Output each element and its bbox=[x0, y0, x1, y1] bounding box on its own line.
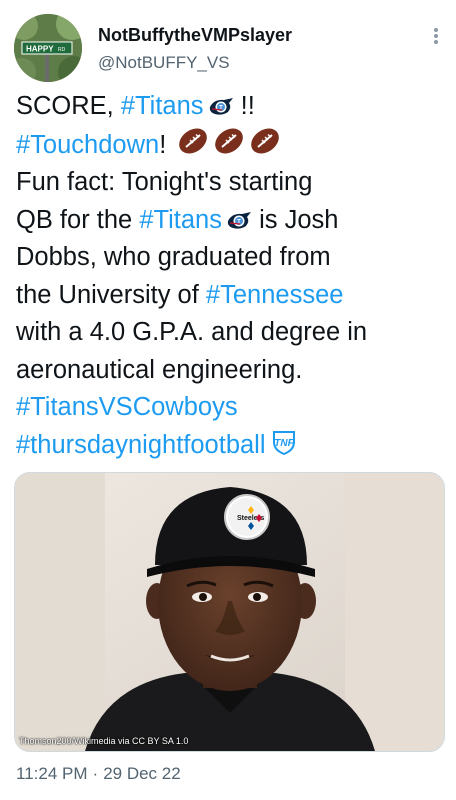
tweet-text: SCORE, #Titans T !! #Touchdown! Fun fact:… bbox=[16, 88, 444, 464]
user-handle[interactable]: @NotBUFFY_VS bbox=[98, 52, 292, 74]
hashtag-touchdown[interactable]: #Touchdown bbox=[16, 131, 159, 159]
tweet-date: 29 Dec 22 bbox=[103, 764, 181, 783]
tnf-logo-icon: TNF bbox=[270, 428, 298, 456]
user-names: NotBuffytheVMPslayer @NotBUFFY_VS bbox=[98, 24, 292, 74]
avatar-sign-text: HAPPY bbox=[26, 45, 54, 54]
display-name[interactable]: NotBuffytheVMPslayer bbox=[98, 24, 292, 46]
tweet-text-segment: with a 4.0 G.P.A. and degree in aeronaut… bbox=[16, 318, 368, 384]
timestamp-separator: · bbox=[92, 764, 99, 783]
titans-logo-icon: T bbox=[226, 211, 252, 231]
avatar-street-sign-image: HAPPY RD bbox=[14, 14, 82, 82]
tweet-media-photo[interactable]: Steelers Thomson200/Wikimedia via CC BY … bbox=[14, 472, 445, 752]
football-emoji-icon bbox=[177, 126, 281, 156]
svg-text:T: T bbox=[219, 106, 223, 112]
tweet-text-segment: !! bbox=[233, 92, 255, 120]
hashtag-tennessee[interactable]: #Tennessee bbox=[206, 281, 344, 309]
photo-credit: Thomson200/Wikimedia via CC BY SA 1.0 bbox=[19, 736, 189, 746]
player-photo: Steelers bbox=[15, 473, 444, 751]
svg-text:T: T bbox=[237, 219, 241, 225]
hashtag-titansvscowboys[interactable]: #TitansVSCowboys bbox=[16, 393, 238, 421]
tweet-time: 11:24 PM bbox=[16, 764, 88, 783]
svg-text:TNF: TNF bbox=[274, 438, 294, 449]
hashtag-titans[interactable]: #Titans bbox=[121, 92, 204, 120]
tweet-text-segment: ! bbox=[159, 130, 174, 159]
tweet-timestamp[interactable]: 11:24 PM · 29 Dec 22 bbox=[16, 762, 181, 786]
tweet-text-segment: SCORE, bbox=[16, 92, 121, 120]
hashtag-titans-2[interactable]: #Titans bbox=[139, 206, 222, 234]
tweet-header: HAPPY RD NotBuffytheVMPslayer @NotBUFFY_… bbox=[14, 12, 444, 82]
avatar-sign-suffix: RD bbox=[58, 47, 66, 53]
avatar[interactable]: HAPPY RD bbox=[14, 14, 82, 82]
titans-logo-icon: T bbox=[208, 97, 234, 117]
more-dots-icon[interactable] bbox=[432, 26, 440, 50]
hashtag-thursdaynightfootball[interactable]: #thursdaynightfootball bbox=[16, 431, 266, 459]
